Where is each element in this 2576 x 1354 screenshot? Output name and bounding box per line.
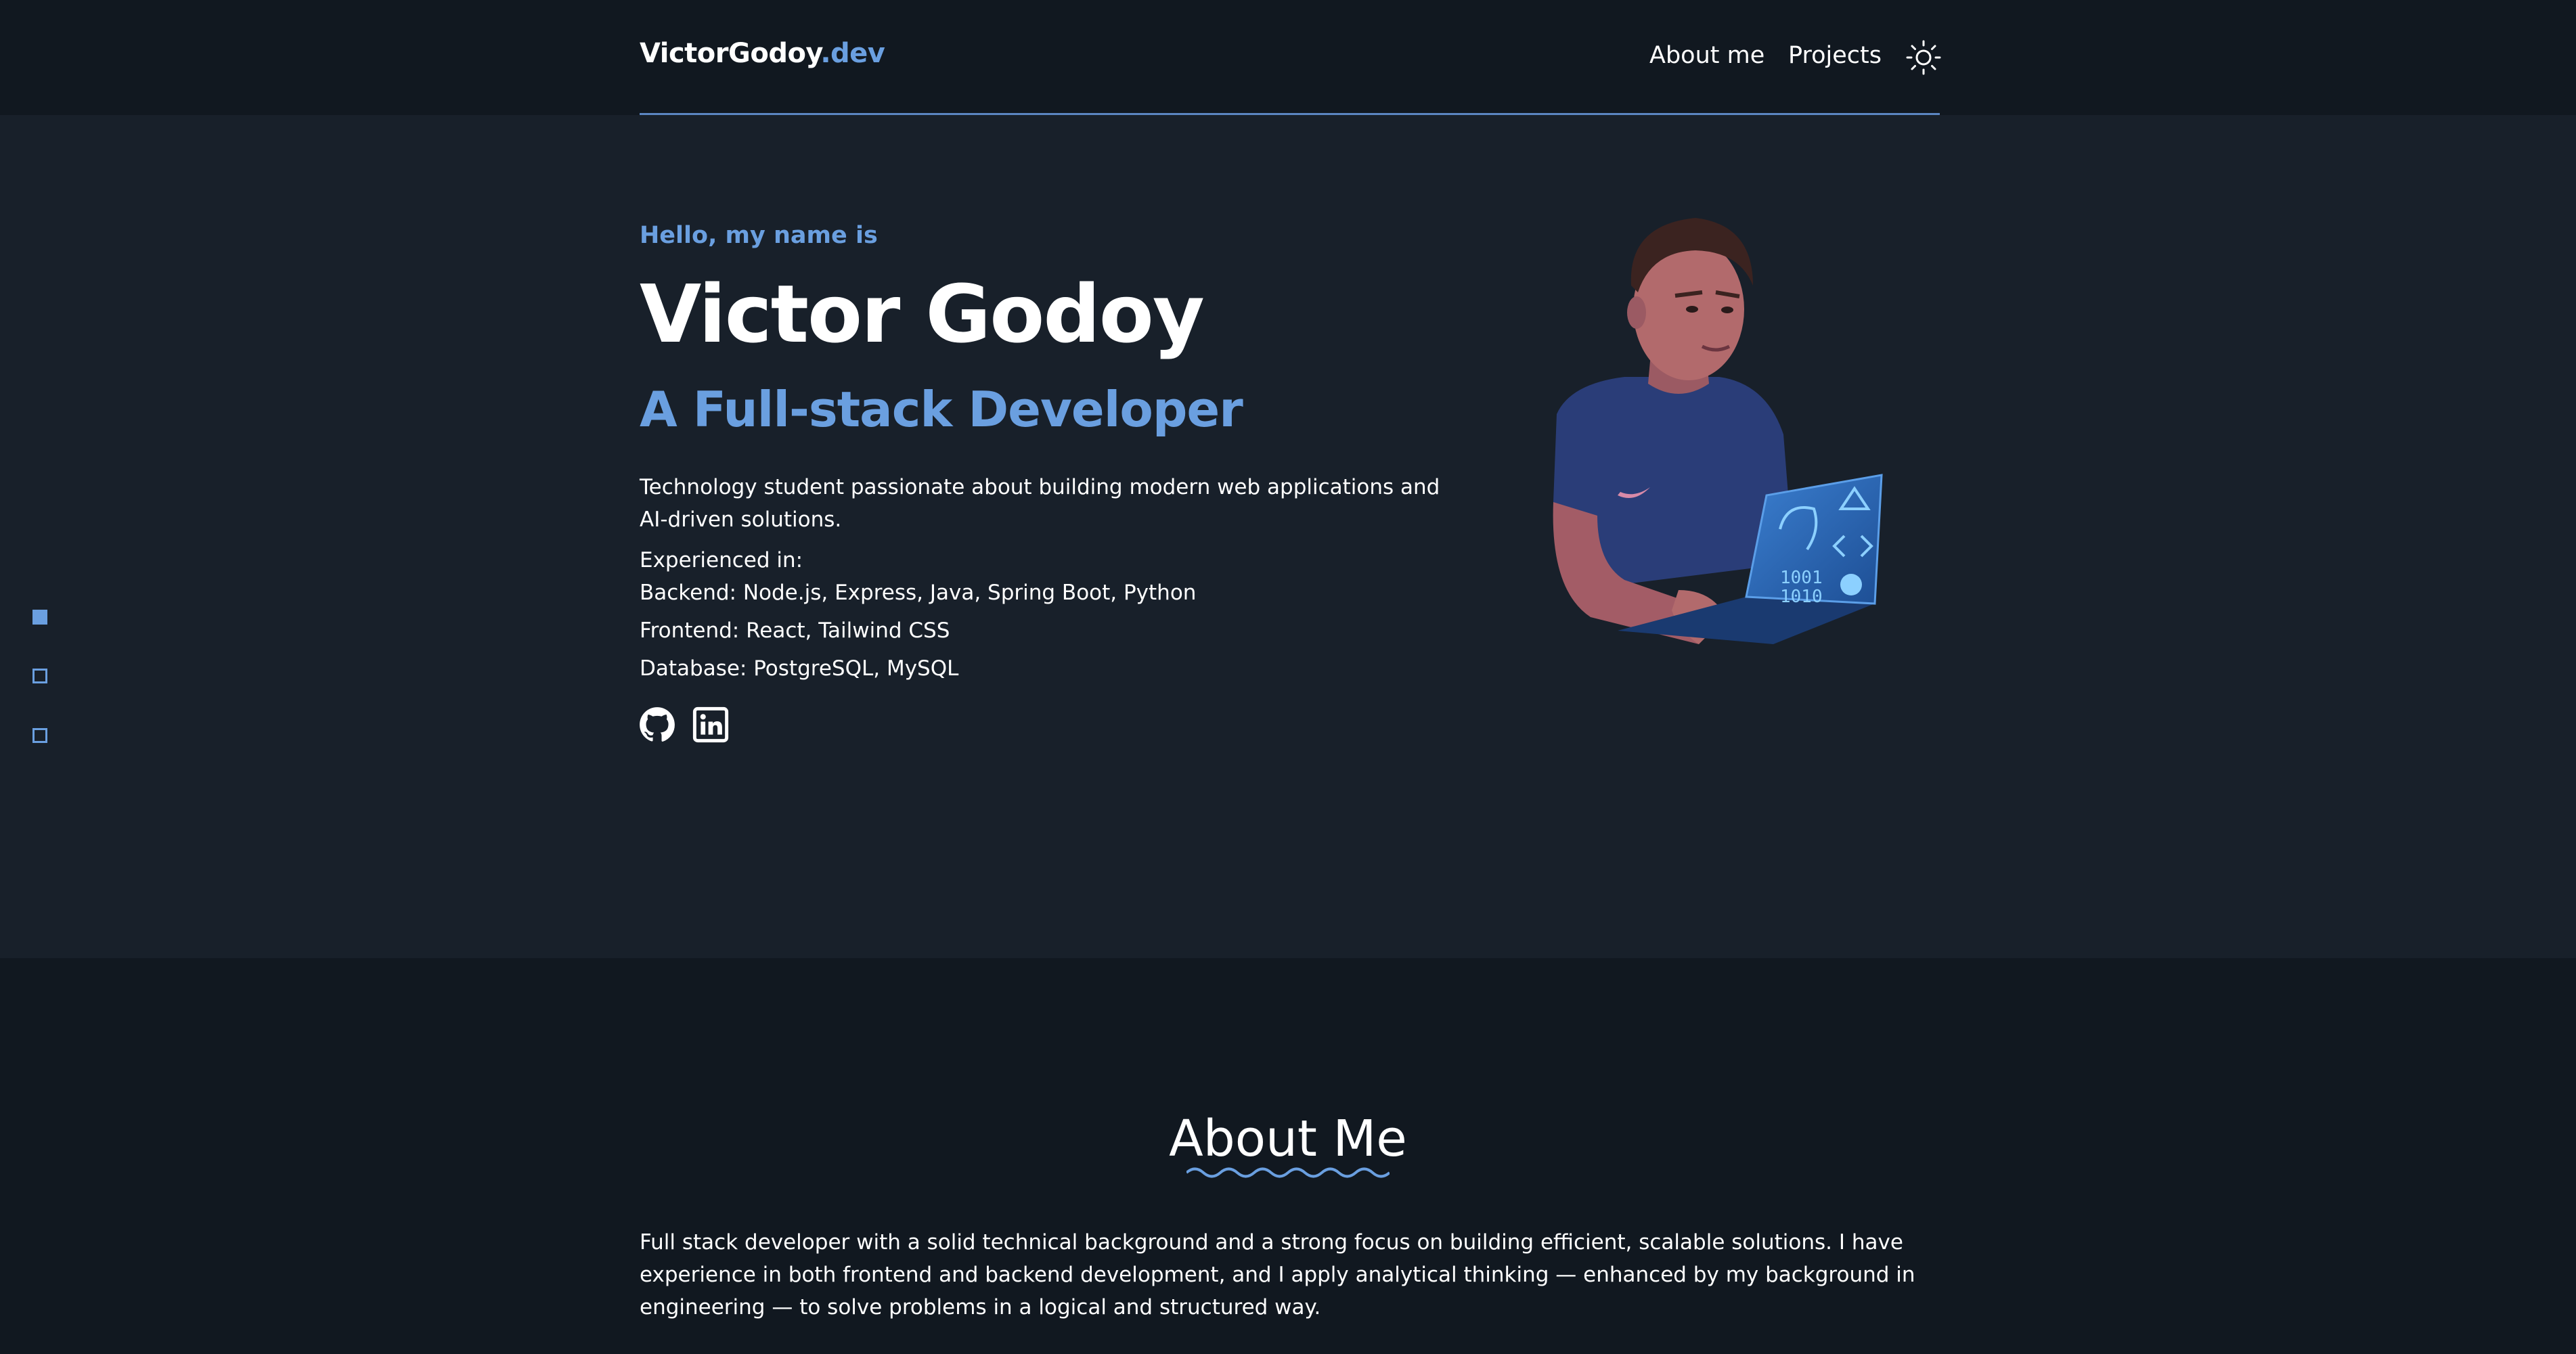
hero-section bbox=[0, 115, 2576, 958]
site-header: VictorGodoy.dev About me Projects bbox=[0, 0, 2576, 115]
experience-frontend: Frontend: React, Tailwind CSS bbox=[640, 618, 950, 643]
experience-backend: Backend: Node.js, Express, Java, Spring … bbox=[640, 581, 1197, 605]
github-icon[interactable] bbox=[639, 706, 675, 743]
side-nav-dot-about[interactable] bbox=[32, 669, 47, 683]
developer-avatar-illustration: 1001 1010 bbox=[1553, 218, 1883, 644]
laptop-binary-2: 1010 bbox=[1780, 587, 1823, 607]
about-title: About Me bbox=[1169, 1110, 1407, 1168]
laptop-binary-1: 1001 bbox=[1780, 568, 1823, 588]
hero-greeting: Hello, my name is bbox=[640, 222, 878, 249]
experience-database: Database: PostgreSQL, MySQL bbox=[640, 656, 959, 681]
experience-heading: Experienced in: bbox=[640, 548, 803, 572]
nav-about-me[interactable]: About me bbox=[1649, 42, 1764, 69]
side-nav-dot-home[interactable] bbox=[32, 610, 47, 625]
hero-name: Victor Godoy bbox=[640, 267, 1205, 361]
sun-icon[interactable] bbox=[1905, 39, 1942, 76]
logo-main: VictorGodoy bbox=[640, 38, 821, 69]
title-underline-wave bbox=[1186, 1167, 1390, 1178]
hero-role: A Full-stack Developer bbox=[640, 381, 1243, 438]
hero-description: Technology student passionate about buil… bbox=[640, 475, 1440, 532]
linkedin-icon[interactable] bbox=[692, 706, 729, 743]
nav-projects[interactable]: Projects bbox=[1788, 42, 1882, 69]
about-text: Full stack developer with a solid techni… bbox=[640, 1230, 1915, 1319]
logo-accent: .dev bbox=[820, 38, 885, 69]
site-logo[interactable]: VictorGodoy.dev bbox=[640, 38, 885, 69]
side-nav-dot-projects[interactable] bbox=[32, 728, 47, 743]
